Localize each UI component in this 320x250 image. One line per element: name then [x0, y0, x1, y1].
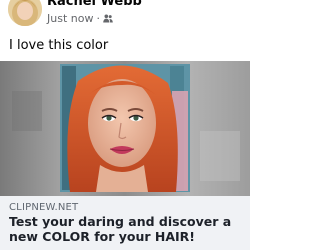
- link-domain: CLIPNEW.NET: [9, 202, 79, 213]
- post-header: Rachel Webb Just now ·: [0, 0, 250, 34]
- author-name[interactable]: Rachel Webb: [47, 0, 142, 9]
- post-text: I love this color: [9, 38, 109, 53]
- link-title[interactable]: Test your daring and discover a new COLO…: [9, 214, 245, 244]
- post-meta: Just now ·: [47, 12, 113, 25]
- timestamp[interactable]: Just now: [47, 12, 93, 25]
- meta-separator: ·: [96, 12, 100, 25]
- avatar-image: [8, 0, 42, 26]
- friends-icon: [103, 14, 113, 23]
- portrait-image: [0, 61, 250, 196]
- avatar[interactable]: [8, 0, 42, 26]
- link-preview-card[interactable]: CLIPNEW.NET Test your daring and discove…: [0, 196, 250, 250]
- link-preview-image[interactable]: [0, 61, 250, 196]
